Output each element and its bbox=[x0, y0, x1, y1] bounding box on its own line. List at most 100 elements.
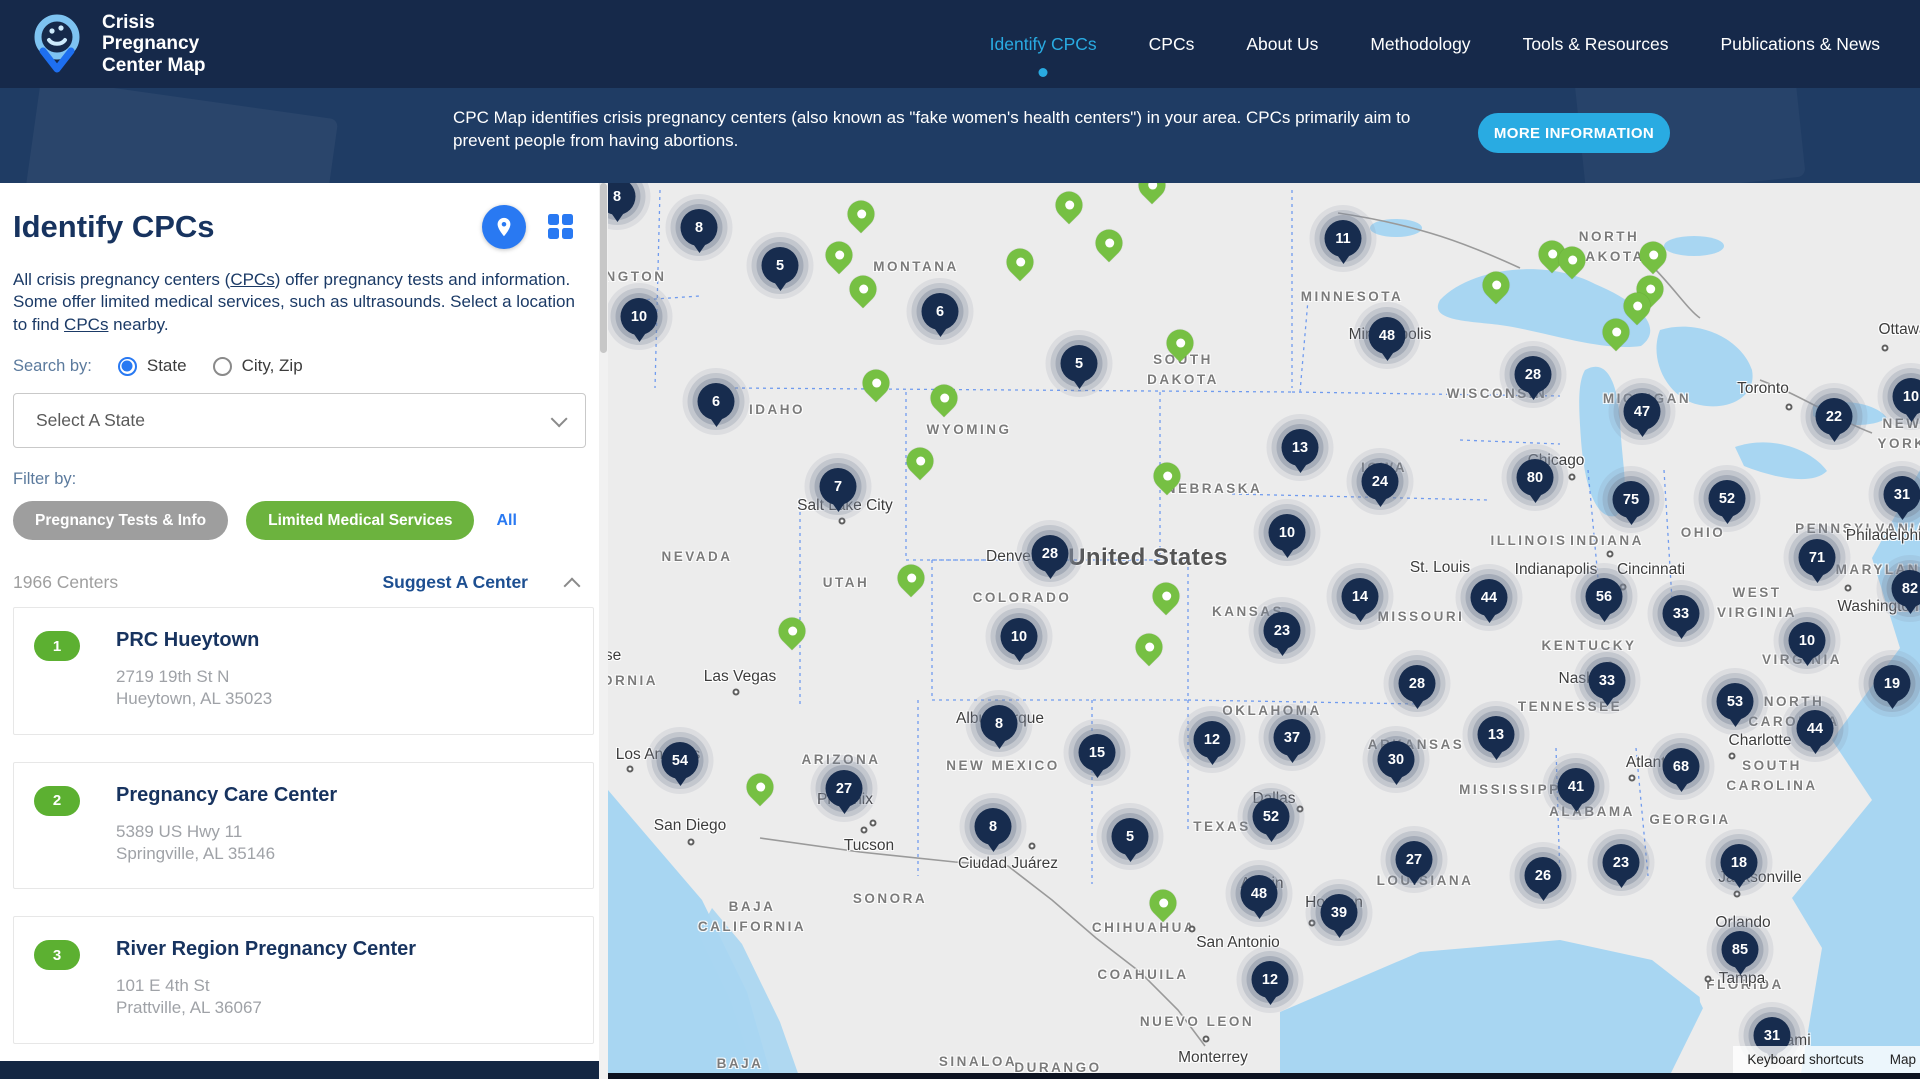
map-cluster-marker[interactable]: 48 bbox=[1241, 875, 1278, 919]
map-cluster-marker[interactable]: 30 bbox=[1378, 741, 1415, 785]
map-cluster-marker[interactable]: 10 bbox=[1893, 378, 1920, 422]
state-select-dropdown[interactable]: Select A State bbox=[13, 393, 586, 448]
city-dot bbox=[1705, 976, 1712, 983]
map-cluster-marker[interactable]: 8 bbox=[681, 209, 718, 253]
map-cluster-marker[interactable]: 44 bbox=[1471, 579, 1508, 623]
map-cluster-marker[interactable]: 80 bbox=[1517, 459, 1554, 503]
map-cluster-marker[interactable]: 39 bbox=[1321, 894, 1358, 938]
center-card[interactable]: 1PRC Hueytown2719 19th St N Hueytown, AL… bbox=[13, 607, 594, 735]
map-cluster-marker[interactable]: 11 bbox=[1325, 220, 1362, 264]
nav-tools-resources[interactable]: Tools & Resources bbox=[1523, 34, 1669, 55]
map-state-label: ILLINOIS bbox=[1491, 531, 1568, 551]
site-logo[interactable]: Crisis Pregnancy Center Map bbox=[26, 11, 205, 77]
map-cluster-marker[interactable]: 85 bbox=[1722, 931, 1759, 975]
map-cluster-marker[interactable]: 27 bbox=[1396, 841, 1433, 885]
map-cluster-marker[interactable]: 12 bbox=[1194, 721, 1231, 765]
map-cluster-marker[interactable]: 10 bbox=[1789, 622, 1826, 666]
map-cluster-marker[interactable]: 27 bbox=[826, 770, 863, 814]
map-cluster-marker[interactable]: 28 bbox=[1515, 356, 1552, 400]
map-cluster-marker[interactable]: 19 bbox=[1874, 665, 1911, 709]
map-cluster-marker[interactable]: 33 bbox=[1589, 662, 1626, 706]
map-cluster-marker[interactable]: 44 bbox=[1797, 710, 1834, 754]
nav-methodology[interactable]: Methodology bbox=[1370, 34, 1470, 55]
cluster-count: 10 bbox=[1893, 378, 1920, 415]
radio-search-state[interactable]: State bbox=[118, 356, 187, 376]
map-cluster-marker[interactable]: 8 bbox=[981, 705, 1018, 749]
center-name-link[interactable]: River Region Pregnancy Center bbox=[116, 938, 416, 961]
map-cluster-marker[interactable]: 10 bbox=[1001, 618, 1038, 662]
city-dot bbox=[1029, 843, 1036, 850]
map-cluster-marker[interactable]: 71 bbox=[1799, 539, 1836, 583]
map-cluster-marker[interactable]: 23 bbox=[1264, 612, 1301, 656]
map-cluster-marker[interactable]: 37 bbox=[1274, 719, 1311, 763]
cluster-count: 5 bbox=[1112, 818, 1149, 855]
map-cluster-marker[interactable]: 7 bbox=[820, 468, 857, 512]
map-attribution: Keyboard shortcuts Map bbox=[1733, 1046, 1920, 1073]
nav-identify-cpcs[interactable]: Identify CPCs bbox=[990, 34, 1097, 55]
map-cluster-marker[interactable]: 5 bbox=[1112, 818, 1149, 862]
cpcs-link[interactable]: CPCs bbox=[230, 270, 274, 289]
map-state-label: CHIHUAHUA bbox=[1092, 918, 1196, 938]
map-cluster-marker[interactable]: 54 bbox=[662, 742, 699, 786]
map-cluster-marker[interactable]: 68 bbox=[1663, 748, 1700, 792]
map-cluster-marker[interactable]: 31 bbox=[1884, 476, 1920, 520]
map-cluster-marker[interactable]: 26 bbox=[1525, 857, 1562, 901]
radio-search-city-zip[interactable]: City, Zip bbox=[213, 356, 303, 376]
map-cluster-marker[interactable]: 8 bbox=[975, 808, 1012, 852]
sidebar-scrollbar[interactable] bbox=[599, 183, 608, 1079]
city-dot bbox=[1203, 1036, 1210, 1043]
cpcs-link[interactable]: CPCs bbox=[64, 315, 108, 334]
cluster-count: 13 bbox=[1478, 716, 1515, 753]
map-cluster-marker[interactable]: 18 bbox=[1721, 844, 1758, 888]
map-cluster-marker[interactable]: 28 bbox=[1032, 535, 1069, 579]
nav-cpcs[interactable]: CPCs bbox=[1149, 34, 1195, 55]
cluster-count: 10 bbox=[1789, 622, 1826, 659]
map-cluster-marker[interactable]: 24 bbox=[1362, 463, 1399, 507]
filter-limited-medical-button[interactable]: Limited Medical Services bbox=[246, 501, 474, 540]
map-cluster-marker[interactable]: 52 bbox=[1253, 798, 1290, 842]
center-card[interactable]: 3River Region Pregnancy Center101 E 4th … bbox=[13, 916, 594, 1044]
map-cluster-marker[interactable]: 13 bbox=[1478, 716, 1515, 760]
map-cluster-marker[interactable]: 15 bbox=[1079, 734, 1116, 778]
map-cluster-marker[interactable]: 48 bbox=[1369, 317, 1406, 361]
more-information-button[interactable]: MORE INFORMATION bbox=[1478, 113, 1670, 153]
map-cluster-marker[interactable]: 12 bbox=[1252, 961, 1289, 1005]
suggest-a-center-link[interactable]: Suggest A Center bbox=[382, 572, 528, 593]
map-view-toggle-button[interactable] bbox=[482, 205, 526, 249]
map-cluster-marker[interactable]: 33 bbox=[1663, 595, 1700, 639]
map-cluster-marker[interactable]: 14 bbox=[1342, 578, 1379, 622]
map-cluster-marker[interactable]: 13 bbox=[1282, 429, 1319, 473]
map-state-label: MISSISSIPPI bbox=[1459, 780, 1567, 800]
filter-pregnancy-tests-button[interactable]: Pregnancy Tests & Info bbox=[13, 501, 228, 540]
map-cluster-marker[interactable]: 28 bbox=[1399, 665, 1436, 709]
map-cluster-marker[interactable]: 5 bbox=[1061, 345, 1098, 389]
map-cluster-marker[interactable]: 47 bbox=[1624, 393, 1661, 437]
map-cluster-marker[interactable]: 22 bbox=[1816, 398, 1853, 442]
map-cluster-marker[interactable]: 75 bbox=[1613, 481, 1650, 525]
chevron-up-icon[interactable] bbox=[564, 577, 581, 594]
map-cluster-marker[interactable]: 82 bbox=[1892, 570, 1920, 614]
map-cluster-marker[interactable]: 53 bbox=[1717, 683, 1754, 727]
center-address: 5389 US Hwy 11 Springville, AL 35146 bbox=[116, 821, 337, 865]
city-dot bbox=[1569, 474, 1576, 481]
filter-all-link[interactable]: All bbox=[496, 512, 516, 530]
map-cluster-marker[interactable]: 23 bbox=[1603, 844, 1640, 888]
map-state-label: ARIZONA bbox=[802, 750, 881, 770]
keyboard-shortcuts-link[interactable]: Keyboard shortcuts bbox=[1747, 1052, 1863, 1067]
map-cluster-marker[interactable]: 41 bbox=[1558, 768, 1595, 812]
center-name-link[interactable]: PRC Hueytown bbox=[116, 629, 272, 652]
map-cluster-marker[interactable]: 6 bbox=[698, 383, 735, 427]
center-card[interactable]: 2Pregnancy Care Center5389 US Hwy 11 Spr… bbox=[13, 762, 594, 890]
map-city-label: Charlotte bbox=[1729, 732, 1792, 750]
center-name-link[interactable]: Pregnancy Care Center bbox=[116, 784, 337, 807]
map-cluster-marker[interactable]: 6 bbox=[922, 293, 959, 337]
map-cluster-marker[interactable]: 52 bbox=[1709, 480, 1746, 524]
map-cluster-marker[interactable]: 10 bbox=[621, 298, 658, 342]
map-cluster-marker[interactable]: 5 bbox=[762, 247, 799, 291]
nav-publications-news[interactable]: Publications & News bbox=[1720, 34, 1880, 55]
nav-about-us[interactable]: About Us bbox=[1246, 34, 1318, 55]
map-cluster-marker[interactable]: 56 bbox=[1586, 578, 1623, 622]
map-cluster-marker[interactable]: 10 bbox=[1269, 514, 1306, 558]
grid-view-toggle-button[interactable] bbox=[548, 214, 574, 240]
map-city-label: Orlando bbox=[1715, 914, 1770, 932]
